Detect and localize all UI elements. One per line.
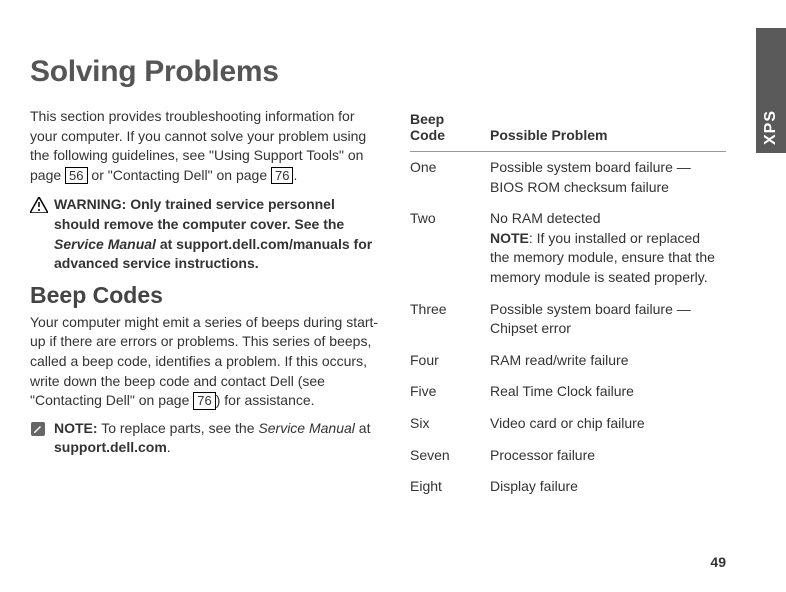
cell-code: Six: [410, 408, 490, 440]
table-row: OnePossible system board failure — BIOS …: [410, 152, 726, 204]
note-text: NOTE: To replace parts, see the Service …: [54, 419, 380, 458]
table-row: FourRAM read/write failure: [410, 345, 726, 377]
cell-problem: Video card or chip failure: [490, 408, 726, 440]
note-manual: Service Manual: [258, 420, 355, 436]
table-row: ThreePossible system board failure — Chi…: [410, 294, 726, 345]
table-row: SixVideo card or chip failure: [410, 408, 726, 440]
page-ref-76a[interactable]: 76: [271, 167, 293, 185]
right-column: Beep Code Possible Problem OnePossible s…: [410, 107, 726, 503]
cell-problem: Display failure: [490, 471, 726, 503]
section-heading: Beep Codes: [30, 282, 380, 309]
cell-code: Eight: [410, 471, 490, 503]
cell-problem: Possible system board failure — Chipset …: [490, 294, 726, 345]
intro-text-2: or "Contacting Dell" on page: [88, 167, 272, 183]
page-ref-56[interactable]: 56: [65, 167, 87, 185]
intro-paragraph: This section provides troubleshooting in…: [30, 107, 380, 185]
table-row: SevenProcessor failure: [410, 440, 726, 472]
table-row: FiveReal Time Clock failure: [410, 376, 726, 408]
warning-manual: Service Manual: [54, 236, 156, 252]
warning-text: WARNING: Only trained service personnel …: [54, 195, 380, 273]
cell-problem: RAM read/write failure: [490, 345, 726, 377]
table-body: OnePossible system board failure — BIOS …: [410, 152, 726, 503]
header-beep-code: Beep Code: [410, 107, 490, 152]
warning-block: WARNING: Only trained service personnel …: [30, 195, 380, 273]
problem-text: No RAM detected: [490, 209, 718, 229]
note-part3: .: [167, 439, 171, 455]
cell-problem: Possible system board failure — BIOS ROM…: [490, 152, 726, 204]
table-row: TwoNo RAM detectedNOTE: If you installed…: [410, 203, 726, 293]
problem-note: NOTE: If you installed or replaced the m…: [490, 229, 718, 288]
warning-prefix: WARNING: Only trained service personnel …: [54, 196, 344, 232]
beep-intro-2: ) for assistance.: [216, 392, 315, 408]
note-label: NOTE:: [54, 420, 98, 436]
cell-code: Two: [410, 203, 490, 293]
note-part1: To replace parts, see the: [98, 420, 259, 436]
note-site: support.dell.com: [54, 439, 167, 455]
cell-problem: Real Time Clock failure: [490, 376, 726, 408]
cell-code: One: [410, 152, 490, 204]
cell-problem: Processor failure: [490, 440, 726, 472]
cell-code: Three: [410, 294, 490, 345]
note-part2: at: [355, 420, 371, 436]
header-possible-problem: Possible Problem: [490, 107, 726, 152]
brand-text: XPS: [762, 110, 780, 145]
warning-triangle-icon: [30, 197, 48, 273]
content-columns: This section provides troubleshooting in…: [30, 107, 726, 503]
cell-problem: No RAM detectedNOTE: If you installed or…: [490, 203, 726, 293]
brand-side-tab: XPS: [756, 28, 786, 153]
beep-intro: Your computer might emit a series of bee…: [30, 313, 380, 411]
page-title: Solving Problems: [30, 55, 726, 89]
note-pencil-icon: [30, 421, 46, 458]
table-row: EightDisplay failure: [410, 471, 726, 503]
header-code-text: Beep Code: [410, 111, 460, 143]
beep-code-table: Beep Code Possible Problem OnePossible s…: [410, 107, 726, 503]
intro-text-3: .: [293, 167, 297, 183]
row-note-label: NOTE: [490, 230, 529, 246]
cell-code: Seven: [410, 440, 490, 472]
note-block: NOTE: To replace parts, see the Service …: [30, 419, 380, 458]
cell-code: Five: [410, 376, 490, 408]
table-header-row: Beep Code Possible Problem: [410, 107, 726, 152]
left-column: This section provides troubleshooting in…: [30, 107, 380, 503]
cell-code: Four: [410, 345, 490, 377]
page-number: 49: [710, 554, 726, 570]
page-ref-76b[interactable]: 76: [193, 392, 215, 410]
